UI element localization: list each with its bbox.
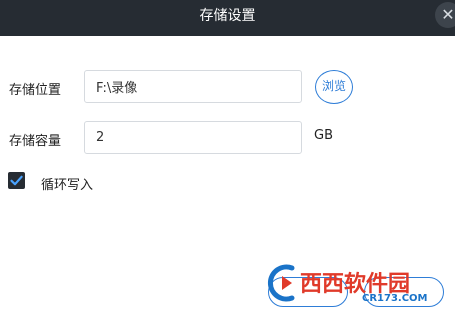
loop-write-label: 循环写入 [41,178,94,193]
checkmark-icon [10,175,23,186]
watermark-brand-url: CR173.COM [362,293,428,304]
capacity-unit: GB [314,128,333,143]
close-icon[interactable]: ✕ [435,2,455,28]
dialog-title: 存储设置 [199,8,256,24]
capacity-field[interactable] [84,121,302,154]
watermark-emblem-icon: 西西软件园 CR173.COM [268,264,428,304]
browse-button[interactable]: 浏览 [315,70,353,104]
loop-write-checkbox[interactable] [8,172,25,189]
location-label: 存储位置 [9,83,62,98]
capacity-label: 存储容量 [9,134,62,149]
watermark-logo: 西西软件园 CR173.COM [262,262,452,304]
location-field[interactable] [84,70,302,103]
